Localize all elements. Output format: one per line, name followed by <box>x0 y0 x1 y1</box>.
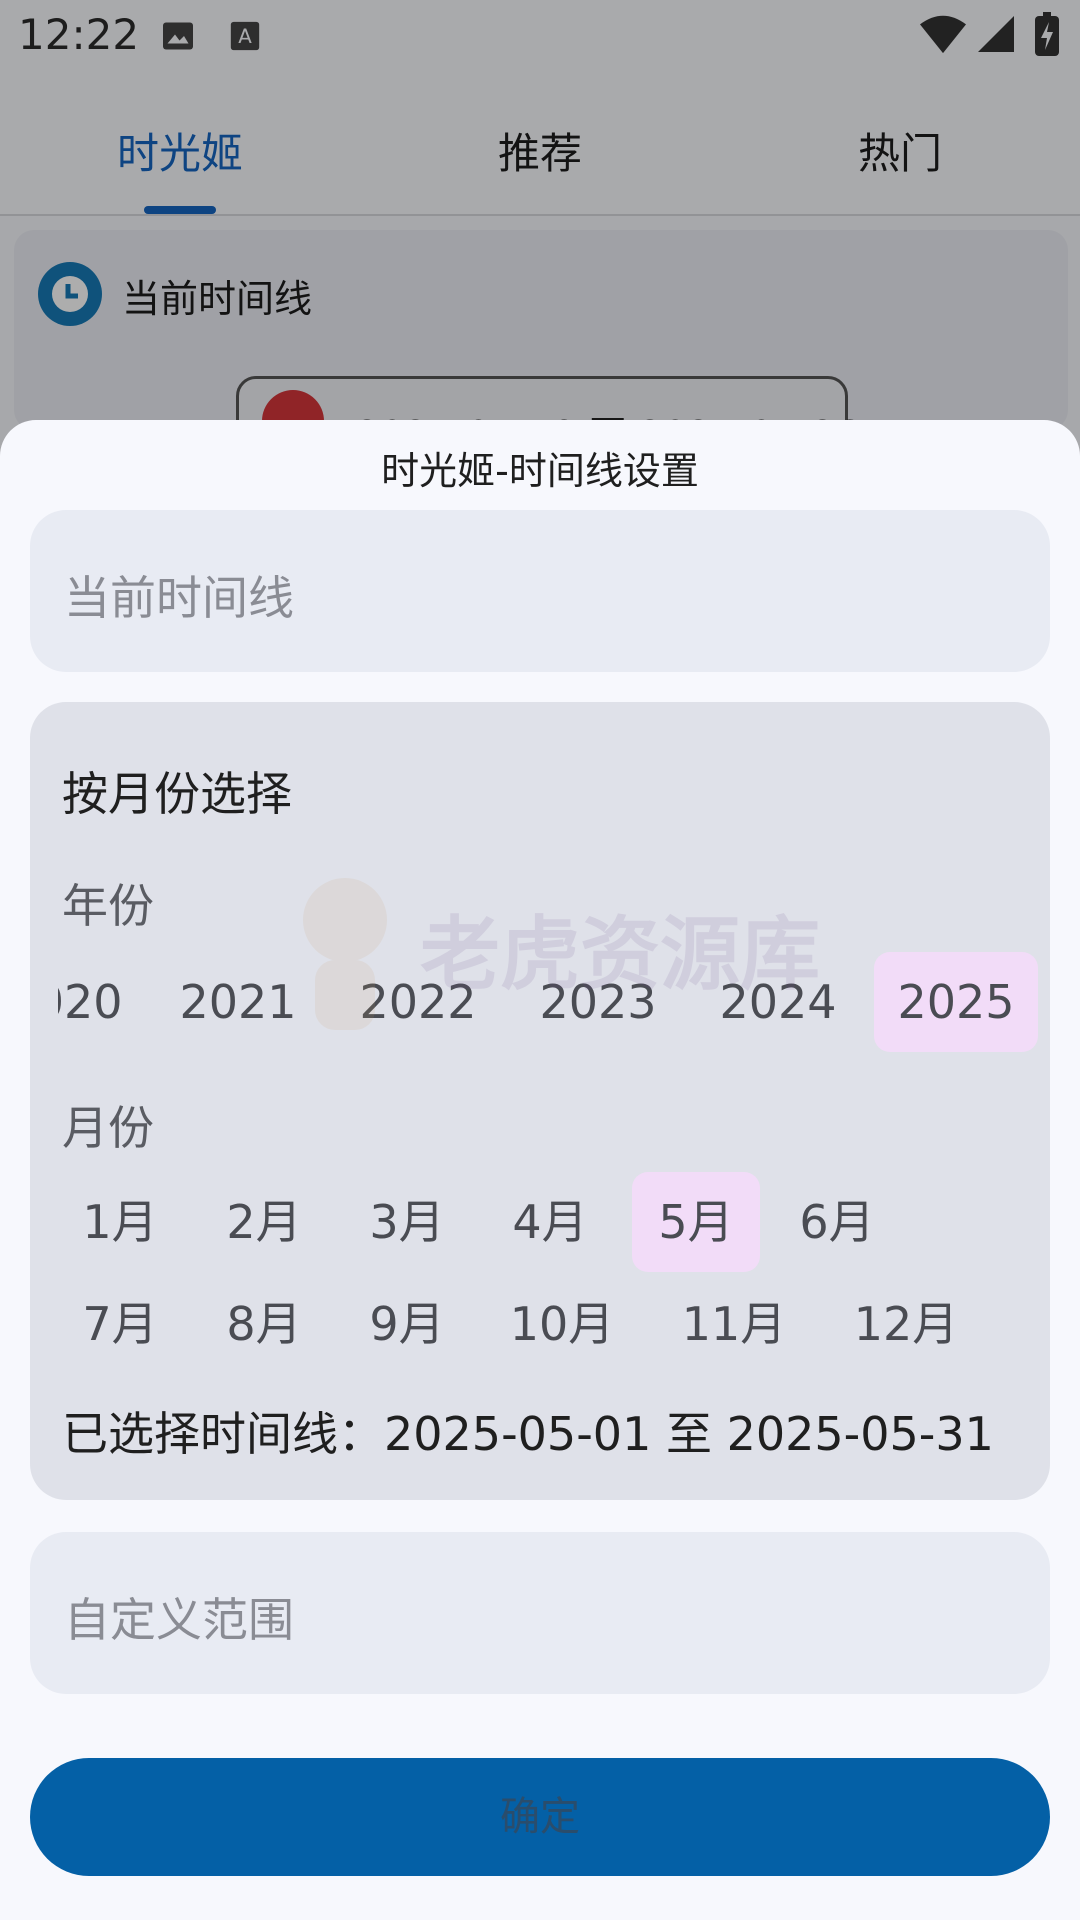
month-item[interactable]: 12月 <box>836 1274 976 1374</box>
month-item[interactable]: 9月 <box>343 1274 471 1374</box>
month-item[interactable]: 2月 <box>200 1172 328 1272</box>
custom-range-label: 自定义范围 <box>64 1593 294 1647</box>
month-item-selected[interactable]: 5月 <box>632 1172 760 1272</box>
selected-range-text: 已选择时间线：2025-05-01 至 2025-05-31 <box>62 1407 994 1461</box>
sheet-title: 时光姬-时间线设置 <box>381 449 699 493</box>
year-item[interactable]: 2020 <box>58 952 146 1052</box>
month-item[interactable]: 7月 <box>56 1274 184 1374</box>
current-timeline-label: 当前时间线 <box>64 571 294 625</box>
month-select-panel: 按月份选择 年份 2020 2021 2022 2023 2024 2025 月… <box>30 702 1050 1500</box>
year-label: 年份 <box>62 879 154 933</box>
month-select-title: 按月份选择 <box>62 767 292 821</box>
watermark-logo: 老虎资源库 <box>280 870 820 1050</box>
custom-range-option[interactable]: 自定义范围 <box>30 1532 1050 1694</box>
month-item[interactable]: 3月 <box>343 1172 471 1272</box>
month-item[interactable]: 8月 <box>200 1274 328 1374</box>
month-label: 月份 <box>62 1101 154 1155</box>
year-item-selected[interactable]: 2025 <box>874 952 1038 1052</box>
month-item[interactable]: 11月 <box>664 1274 804 1374</box>
month-item[interactable]: 4月 <box>486 1172 614 1272</box>
timeline-settings-sheet: 时光姬-时间线设置 当前时间线 按月份选择 年份 2020 2021 2022 … <box>0 420 1080 1920</box>
tiger-logo-icon <box>303 878 387 1030</box>
watermark-text: 老虎资源库 <box>420 908 820 1001</box>
current-timeline-option[interactable]: 当前时间线 <box>30 510 1050 672</box>
month-item[interactable]: 1月 <box>56 1172 184 1272</box>
month-item[interactable]: 10月 <box>492 1274 632 1374</box>
month-item[interactable]: 6月 <box>773 1172 901 1272</box>
confirm-button[interactable]: 确定 <box>30 1758 1050 1876</box>
